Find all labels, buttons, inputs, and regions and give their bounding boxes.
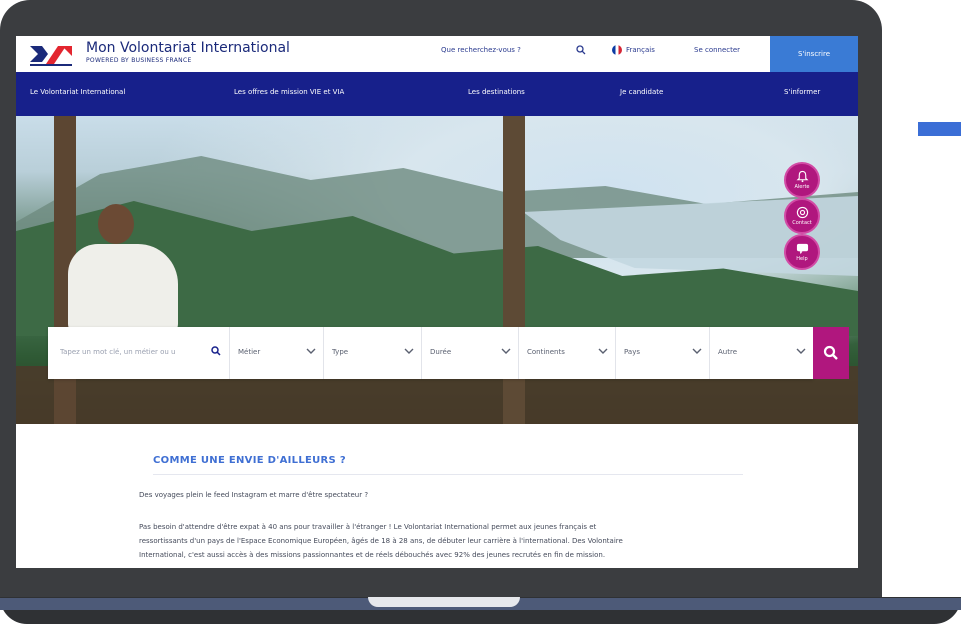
bell-icon [796,170,808,183]
help-label: Help [796,256,808,262]
filter-pays[interactable]: Pays [615,327,710,379]
nav-item-informer[interactable]: S'informer [784,88,820,96]
contact-label: Contact [792,220,812,226]
brand-logo-icon[interactable] [28,42,74,68]
contact-button[interactable]: Contact [784,198,820,234]
filter-duree-label: Durée [430,348,452,356]
chevron-down-icon [404,348,414,354]
nav-item-offres[interactable]: Les offres de mission VIE et VIA [234,88,344,96]
keyword-search-input[interactable]: Tapez un mot clé, un métier ou u [60,348,206,356]
brand-name[interactable]: Mon Volontariat International [86,40,290,56]
hero-person-head [98,204,134,244]
language-label: Français [626,46,655,54]
header-search-link[interactable]: Que recherchez-vous ? [441,46,521,54]
filter-type-label: Type [332,348,349,356]
filter-metier[interactable]: Métier [229,327,324,379]
login-link[interactable]: Se connecter [694,46,740,54]
brand-subtitle: POWERED BY BUSINESS FRANCE [86,57,192,64]
chevron-down-icon [796,348,806,354]
language-selector[interactable]: Français [612,45,655,55]
hero-person-body [68,244,178,334]
filter-continents-label: Continents [527,348,565,356]
filter-duree[interactable]: Durée [421,327,519,379]
decorative-blue-bar [918,122,961,136]
filter-autre-label: Autre [718,348,738,356]
filter-type[interactable]: Type [323,327,422,379]
filter-continents[interactable]: Continents [518,327,616,379]
filter-autre[interactable]: Autre [709,327,814,379]
nav-item-candidate[interactable]: Je candidate [620,88,663,96]
filter-pays-label: Pays [624,348,640,356]
at-icon [796,206,808,219]
main-nav: Le Volontariat International Les offres … [16,72,858,116]
search-submit-button[interactable] [813,327,849,379]
body-line: Pas besoin d'attendre d'être expat à 40 … [139,523,597,531]
site-header: Mon Volontariat International POWERED BY… [16,36,858,73]
filter-metier-label: Métier [238,348,261,356]
help-icon [796,243,808,255]
signup-button[interactable]: S'inscrire [770,36,858,72]
intro-section: COMME UNE ENVIE D'AILLEURS ? Des voyages… [16,424,858,568]
search-icon[interactable] [576,45,586,55]
body-line: ressortissants d'un pays de l'Espace Eco… [139,537,623,545]
chevron-down-icon [692,348,702,354]
browser-screen: Mon Volontariat International POWERED BY… [16,36,858,568]
alert-button[interactable]: Alerte [784,162,820,198]
french-flag-icon [612,45,622,55]
intro-paragraph: Des voyages plein le feed Instagram et m… [139,491,369,499]
heading-divider [153,474,743,475]
chevron-down-icon [306,348,316,354]
search-icon [823,345,838,360]
alert-label: Alerte [794,184,810,190]
body-line: International, c'est aussi accès à des m… [139,551,606,559]
chevron-down-icon [501,348,511,354]
nav-item-volontariat[interactable]: Le Volontariat International [30,88,125,96]
search-icon[interactable] [211,346,221,356]
section-heading: COMME UNE ENVIE D'AILLEURS ? [153,455,346,466]
nav-item-destinations[interactable]: Les destinations [468,88,525,96]
chevron-down-icon [598,348,608,354]
offer-search-bar: Tapez un mot clé, un métier ou u Métier … [48,327,849,379]
help-button[interactable]: Help [784,234,820,270]
laptop-hinge [368,597,520,607]
